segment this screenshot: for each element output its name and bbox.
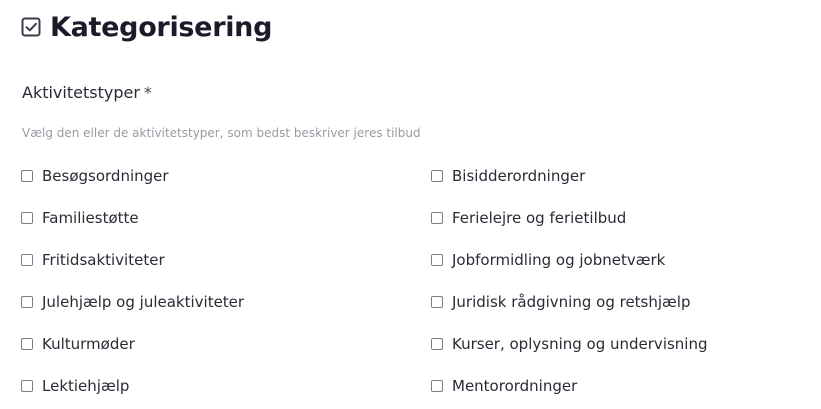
option-label: Ferielejre og ferietilbud xyxy=(452,209,627,227)
option-label: Kurser, oplysning og undervisning xyxy=(452,335,708,353)
option-ferielejre[interactable]: Ferielejre og ferietilbud xyxy=(431,206,626,230)
option-kurser[interactable]: Kurser, oplysning og undervisning xyxy=(431,332,708,356)
checkbox[interactable] xyxy=(431,170,443,182)
checkbox[interactable] xyxy=(21,212,33,224)
checkbox[interactable] xyxy=(21,338,33,350)
option-label: Mentorordninger xyxy=(452,377,578,395)
option-juridisk-raadgivning[interactable]: Juridisk rådgivning og retshjælp xyxy=(431,290,690,314)
checkbox[interactable] xyxy=(21,296,33,308)
option-bisidderordninger[interactable]: Bisidderordninger xyxy=(431,164,585,188)
checkbox[interactable] xyxy=(21,254,33,266)
section-header: Kategorisering xyxy=(21,9,272,45)
option-besoegsordninger[interactable]: Besøgsordninger xyxy=(21,164,169,188)
option-label: Kulturmøder xyxy=(42,335,135,353)
field-label: Aktivitetstyper * xyxy=(22,83,152,102)
option-familiestoette[interactable]: Familiestøtte xyxy=(21,206,139,230)
checkbox[interactable] xyxy=(431,212,443,224)
checkbox[interactable] xyxy=(431,296,443,308)
page-title: Kategorisering xyxy=(50,11,273,43)
checkbox[interactable] xyxy=(431,380,443,392)
option-kulturmoeder[interactable]: Kulturmøder xyxy=(21,332,135,356)
helper-text: Vælg den eller de aktivitetstyper, som b… xyxy=(22,126,421,140)
option-label: Juridisk rådgivning og retshjælp xyxy=(452,293,691,311)
option-jobformidling[interactable]: Jobformidling og jobnetværk xyxy=(431,248,665,272)
option-fritidsaktiviteter[interactable]: Fritidsaktiviteter xyxy=(21,248,165,272)
option-label: Jobformidling og jobnetværk xyxy=(452,251,666,269)
checkbox-checked-icon xyxy=(21,17,41,37)
option-label: Bisidderordninger xyxy=(452,167,586,185)
checkbox[interactable] xyxy=(431,254,443,266)
option-julehjaelp[interactable]: Julehjælp og juleaktiviteter xyxy=(21,290,244,314)
option-label: Besøgsordninger xyxy=(42,167,169,185)
option-label: Lektiehjælp xyxy=(42,377,130,395)
checkbox[interactable] xyxy=(21,380,33,392)
option-label: Familiestøtte xyxy=(42,209,139,227)
checkbox[interactable] xyxy=(431,338,443,350)
option-label: Fritidsaktiviteter xyxy=(42,251,165,269)
option-lektiehjaelp[interactable]: Lektiehjælp xyxy=(21,374,129,398)
option-label: Julehjælp og juleaktiviteter xyxy=(42,293,245,311)
option-mentorordninger[interactable]: Mentorordninger xyxy=(431,374,577,398)
required-mark: * xyxy=(143,83,152,102)
field-label-text: Aktivitetstyper xyxy=(22,83,140,102)
checkbox[interactable] xyxy=(21,170,33,182)
